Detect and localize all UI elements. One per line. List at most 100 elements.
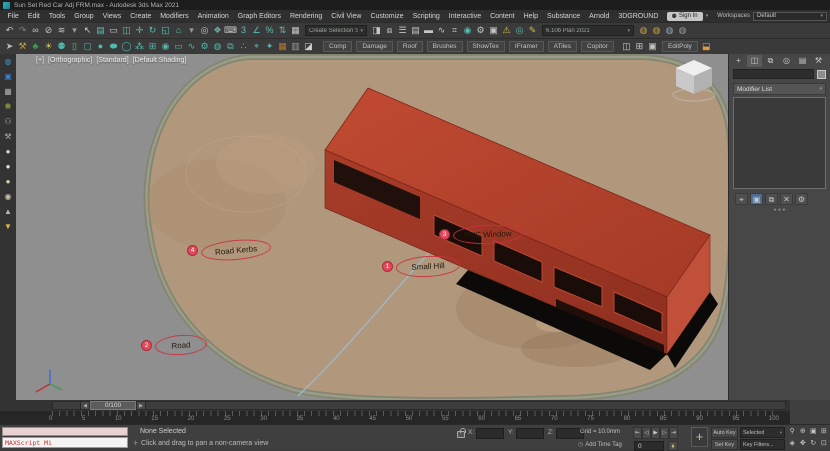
wave-tool-icon[interactable]: ∿ — [185, 40, 198, 53]
show-end-result-button[interactable]: ▣ — [750, 193, 763, 205]
snap-toggle-3d-icon[interactable]: 3 — [237, 24, 250, 37]
set-key-button[interactable]: Set Key — [711, 439, 738, 450]
select-object-icon[interactable]: ↖ — [81, 24, 94, 37]
menu-item[interactable]: Group — [70, 13, 98, 20]
material-editor-icon[interactable]: ◉ — [461, 24, 474, 37]
orbit-icon[interactable]: ↻ — [808, 438, 819, 450]
menu-item[interactable]: Rendering — [285, 13, 326, 20]
curve-editor-icon[interactable]: ∿ — [435, 24, 448, 37]
layout-c-icon[interactable]: ▣ — [646, 40, 659, 53]
menu-item[interactable]: Animation — [193, 13, 233, 20]
script-button[interactable]: ATiles — [548, 41, 577, 52]
dots-tool-icon[interactable]: ∴ — [237, 40, 250, 53]
previous-frame-button[interactable]: ◁ — [642, 427, 651, 439]
doc-tool-icon[interactable]: ▥ — [289, 40, 302, 53]
time-slider-track[interactable] — [52, 401, 786, 410]
use-pivot-center-icon[interactable]: ◎ — [198, 24, 211, 37]
globe-tool-icon[interactable]: ◍ — [211, 40, 224, 53]
layout-a-icon[interactable]: ◫ — [620, 40, 633, 53]
page-tool-icon[interactable]: ▯ — [68, 40, 81, 53]
script-button[interactable]: Roof — [397, 41, 423, 52]
go-to-end-button[interactable]: ⇥ — [669, 427, 678, 439]
menu-item[interactable]: Interactive — [444, 13, 485, 20]
plane-tool-icon[interactable]: ▭ — [172, 40, 185, 53]
sphere-tool-icon[interactable]: ● — [94, 40, 107, 53]
tab-create[interactable]: + — [731, 55, 746, 67]
scene-explorer-icon[interactable]: ☰ — [396, 24, 409, 37]
layout-b-icon[interactable]: ⊞ — [633, 40, 646, 53]
select-and-rotate-icon[interactable]: ↻ — [146, 24, 159, 37]
clone-tool-icon[interactable]: ⧉ — [224, 40, 237, 53]
contrast-tool-icon[interactable]: ◪ — [302, 40, 315, 53]
torus-tool-icon[interactable]: ◯ — [120, 40, 133, 53]
script-button[interactable]: Brushes — [427, 41, 463, 52]
menu-item[interactable]: Views — [98, 13, 126, 20]
maxscript-mini-listener[interactable]: MAXScript Mi — [2, 437, 128, 448]
add-key-button[interactable]: + — [691, 427, 708, 447]
sphere-light-icon[interactable]: ● — [2, 146, 14, 158]
tab-hierarchy[interactable]: ⧉ — [763, 55, 778, 67]
time-slider-handle[interactable]: 0/100 — [90, 401, 136, 410]
window-crossing-icon[interactable]: ◫ — [120, 24, 133, 37]
zoom-extents-all-icon[interactable]: ⊞ — [819, 426, 830, 438]
select-and-place-icon[interactable]: ⌂ — [172, 24, 185, 37]
teapot-blue-icon[interactable]: ◍ — [2, 56, 14, 68]
schematic-view-icon[interactable]: ⌗ — [448, 24, 461, 37]
select-and-manipulate-icon[interactable]: ❖ — [211, 24, 224, 37]
select-and-link-icon[interactable]: ∞ — [29, 24, 42, 37]
time-slider-prev-arrow[interactable]: ◀ — [80, 401, 90, 410]
zoom-extents-icon[interactable]: ▣ — [808, 426, 819, 438]
star-tool-icon[interactable]: ✦ — [263, 40, 276, 53]
spinner-snap-icon[interactable]: ⇅ — [276, 24, 289, 37]
play-button[interactable]: ▶ — [651, 427, 660, 439]
viewport[interactable]: [+] [Orthographic] [Standard] [Default S… — [16, 54, 728, 400]
modifier-stack-list[interactable] — [733, 97, 826, 189]
render-circle-icon[interactable]: ◎ — [513, 24, 526, 37]
character-tool-icon[interactable]: ⚉ — [55, 40, 68, 53]
plant-icon[interactable]: ❋ — [2, 101, 14, 113]
render-preset-dropdown[interactable]: 6.10b Plan 2021 ▾ — [542, 25, 634, 36]
named-selection-set-dropdown[interactable]: Create Selection Se ▾ — [305, 25, 367, 36]
coord-x-field[interactable] — [476, 428, 504, 439]
sign-in-button[interactable]: ⚉ Sign In — [667, 12, 703, 21]
redo-icon[interactable]: ↷ — [16, 24, 29, 37]
ribbon-toggle-icon[interactable]: ▬ — [422, 24, 435, 37]
tools-icon[interactable]: ⚒ — [2, 131, 14, 143]
menu-item[interactable]: Civil View — [327, 13, 366, 20]
workspace-dropdown[interactable]: Default ▾ — [753, 12, 827, 21]
chip-tool-icon[interactable]: ▦ — [276, 40, 289, 53]
hammer-tool-icon[interactable]: ⚒ — [16, 40, 29, 53]
pencil-icon[interactable]: ✎ — [526, 24, 539, 37]
cone-icon[interactable]: ▲ — [2, 206, 14, 218]
object-name-field[interactable] — [733, 69, 814, 79]
menu-item[interactable]: Help — [519, 13, 542, 20]
menu-item[interactable]: Graph Editors — [233, 13, 285, 20]
mirror-icon[interactable]: ◨ — [370, 24, 383, 37]
menu-item[interactable]: Edit — [23, 13, 44, 20]
key-filters-button[interactable]: Key Filters... — [740, 439, 785, 450]
add-time-tag[interactable]: ◷Add Time Tag — [578, 441, 622, 448]
sphere-glow-icon[interactable]: ● — [2, 161, 14, 173]
menu-item[interactable]: Substance — [543, 13, 585, 20]
align-icon[interactable]: ⧈ — [383, 24, 396, 37]
menu-item[interactable]: Arnold — [585, 13, 614, 20]
make-unique-button[interactable]: ⧉ — [765, 193, 778, 205]
auto-key-button[interactable]: Auto Key — [711, 427, 738, 438]
zoom-icon[interactable]: ⚲ — [787, 426, 798, 438]
selection-filter-dropdown[interactable]: ▾ — [68, 24, 81, 37]
key-selection-dropdown[interactable]: Selected ▾ — [740, 427, 785, 438]
panel-blue-icon[interactable]: ▣ — [2, 71, 14, 83]
reference-coordinate-dropdown[interactable]: ▾ — [185, 24, 198, 37]
tab-display[interactable]: ▤ — [795, 55, 810, 67]
script-button[interactable]: Damage — [356, 41, 393, 52]
object-color-swatch[interactable] — [817, 70, 826, 79]
pin-stack-button[interactable]: ⌖ — [735, 193, 748, 205]
camera-tool-icon[interactable]: ◉ — [159, 40, 172, 53]
cylinder-tool-icon[interactable]: ⬬ — [107, 40, 120, 53]
current-frame-field[interactable]: 0 — [634, 441, 664, 451]
render-setup-icon[interactable]: ⚙ — [474, 24, 487, 37]
box-tool-icon[interactable]: ▢ — [81, 40, 94, 53]
grid-icon[interactable]: ▦ — [2, 86, 14, 98]
angle-snap-icon[interactable]: ∠ — [250, 24, 263, 37]
menu-item[interactable]: Customize — [366, 13, 408, 20]
